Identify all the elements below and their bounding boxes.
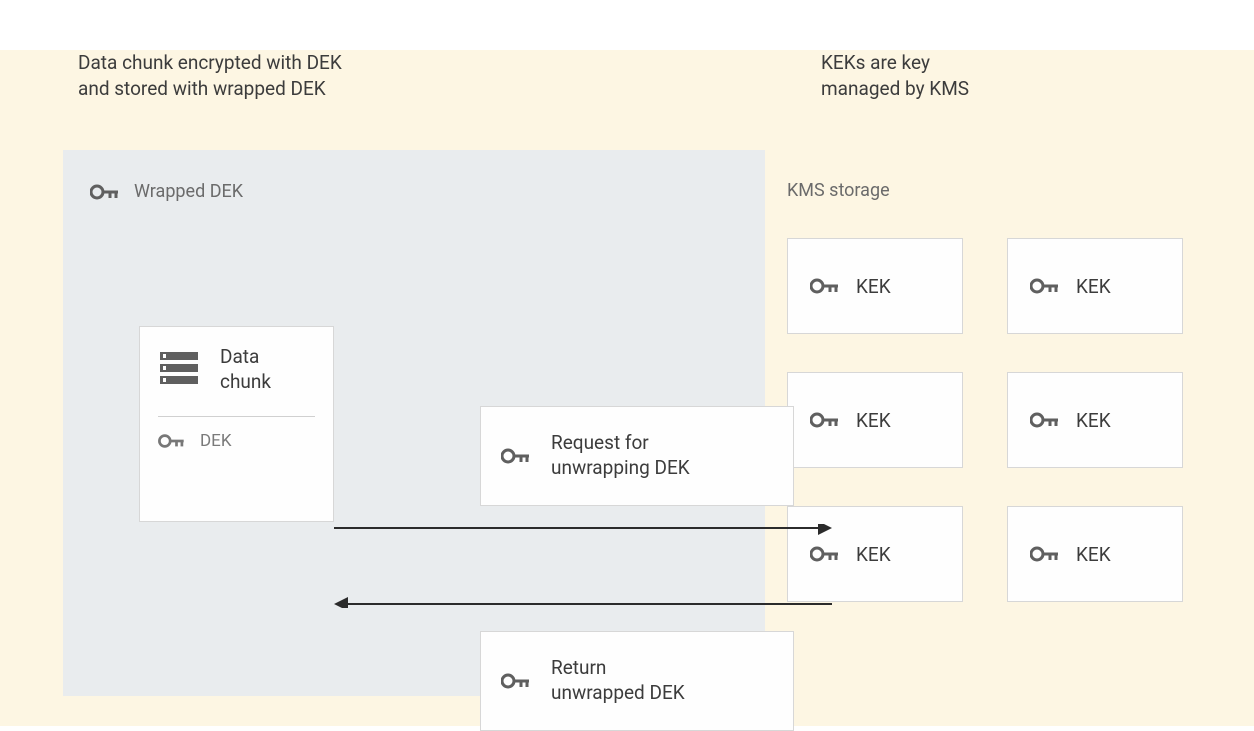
key-icon bbox=[501, 446, 531, 466]
header-left: Data chunk encrypted with DEK and stored… bbox=[78, 50, 342, 101]
return-box: Return unwrapped DEK bbox=[480, 631, 794, 731]
kek-grid: KEK KEK KEK KEK KEK bbox=[787, 238, 1187, 602]
key-icon bbox=[90, 182, 120, 202]
return-line2: unwrapped DEK bbox=[551, 681, 685, 704]
data-chunk-icon bbox=[158, 350, 202, 390]
kek-box: KEK bbox=[1007, 372, 1183, 468]
kek-box: KEK bbox=[1007, 506, 1183, 602]
data-chunk-label: Data chunk bbox=[220, 345, 271, 394]
arrows bbox=[334, 524, 832, 608]
kek-label: KEK bbox=[1076, 543, 1111, 566]
header-left-line2: and stored with wrapped DEK bbox=[78, 77, 326, 100]
kek-box: KEK bbox=[1007, 238, 1183, 334]
data-chunk-label-l1: Data bbox=[220, 345, 259, 368]
header-right-line2: managed by KMS bbox=[821, 77, 969, 100]
dek-label: DEK bbox=[200, 431, 232, 451]
data-chunk-card: Data chunk DEK bbox=[139, 326, 334, 522]
right-panel: KMS storage KEK KEK KEK KEK bbox=[765, 150, 1197, 696]
wrapped-dek-title-text: Wrapped DEK bbox=[134, 181, 243, 202]
kms-storage-title: KMS storage bbox=[787, 180, 890, 201]
kms-storage-title-text: KMS storage bbox=[787, 180, 890, 201]
key-icon bbox=[501, 671, 531, 691]
data-chunk-label-l2: chunk bbox=[220, 370, 271, 393]
return-line1: Return bbox=[551, 656, 606, 679]
request-line2: unwrapping DEK bbox=[551, 456, 690, 479]
key-icon bbox=[158, 432, 186, 450]
kek-label: KEK bbox=[1076, 409, 1111, 432]
header-left-line1: Data chunk encrypted with DEK bbox=[78, 51, 342, 74]
kek-label: KEK bbox=[856, 275, 891, 298]
kek-label: KEK bbox=[856, 409, 891, 432]
kek-label: KEK bbox=[1076, 275, 1111, 298]
left-panel: Wrapped DEK Data chunk bbox=[63, 150, 765, 696]
wrapped-dek-title: Wrapped DEK bbox=[90, 181, 243, 202]
key-icon bbox=[810, 410, 840, 430]
dek-row: DEK bbox=[158, 431, 315, 451]
key-icon bbox=[810, 276, 840, 296]
request-line1: Request for bbox=[551, 431, 649, 454]
kek-box: KEK bbox=[787, 238, 963, 334]
key-icon bbox=[1030, 276, 1060, 296]
key-icon bbox=[1030, 544, 1060, 564]
header-right-line1: KEKs are key bbox=[821, 51, 930, 74]
divider bbox=[158, 416, 315, 417]
header-right: KEKs are key managed by KMS bbox=[821, 50, 969, 101]
kek-label: KEK bbox=[856, 543, 891, 566]
request-box: Request for unwrapping DEK bbox=[480, 406, 794, 506]
key-icon bbox=[1030, 410, 1060, 430]
kek-box: KEK bbox=[787, 372, 963, 468]
